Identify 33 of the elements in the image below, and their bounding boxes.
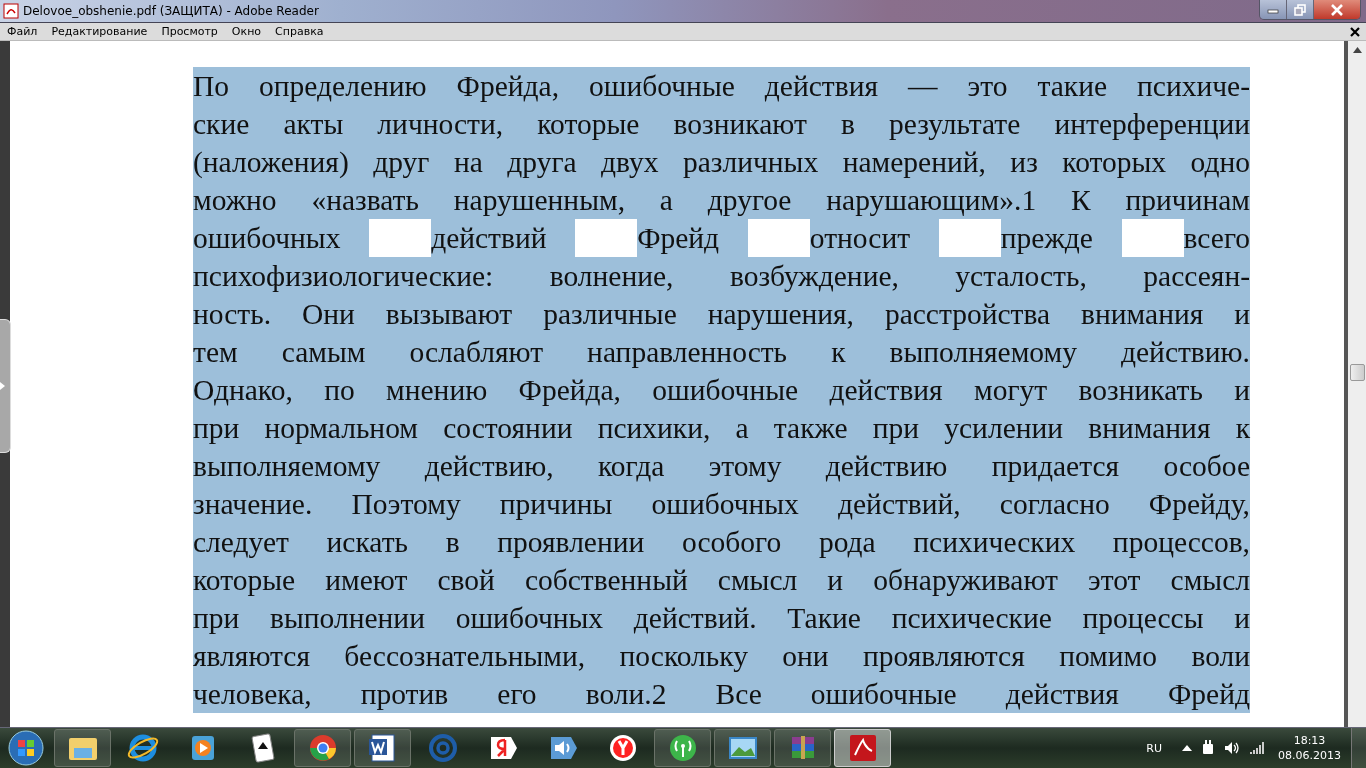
menu-item[interactable]: Окно [231, 25, 262, 38]
taskbar-button[interactable] [54, 729, 111, 767]
minimize-button[interactable] [1260, 0, 1287, 19]
pane-handle[interactable] [0, 319, 11, 453]
volume-icon[interactable] [1224, 741, 1240, 755]
close-icon[interactable] [1350, 26, 1360, 37]
show-desktop-button[interactable] [1351, 728, 1366, 768]
restore-icon [1294, 3, 1306, 16]
close-button[interactable] [1314, 0, 1360, 19]
menu-item[interactable]: Справка [275, 25, 324, 38]
signal-bars-icon[interactable] [1249, 742, 1265, 754]
taskbar-button[interactable] [354, 729, 411, 767]
show-hidden-icon[interactable] [1182, 745, 1192, 751]
menu-item[interactable]: Просмотр [161, 25, 218, 38]
pdf-icon [3, 3, 19, 19]
expand-arrow-icon [0, 382, 5, 390]
vertical-scrollbar[interactable] [1348, 41, 1366, 727]
language-indicator[interactable]: RU [1146, 741, 1162, 755]
restore-button[interactable] [1287, 0, 1314, 19]
taskbar-button[interactable] [294, 729, 351, 767]
taskbar-button[interactable] [654, 729, 711, 767]
scroll-up-icon[interactable] [1352, 47, 1362, 53]
clock-time: 18:13 [1293, 733, 1326, 748]
taskbar-button[interactable] [714, 729, 771, 767]
menu-item[interactable]: Редактирование [51, 25, 148, 38]
start-orb-icon[interactable] [8, 730, 44, 766]
scroll-thumb[interactable] [1350, 364, 1365, 381]
menu-item[interactable]: Файл [7, 25, 38, 38]
window-title: Delovoe_obshenie.pdf (ЗАЩИТА) - Adobe Reader [23, 4, 320, 18]
clock-date: 08.06.2013 [1278, 748, 1341, 763]
clock[interactable]: 18:13 08.06.2013 [1278, 733, 1341, 763]
close-icon [1330, 3, 1344, 16]
power-plug-icon[interactable] [1201, 740, 1215, 756]
